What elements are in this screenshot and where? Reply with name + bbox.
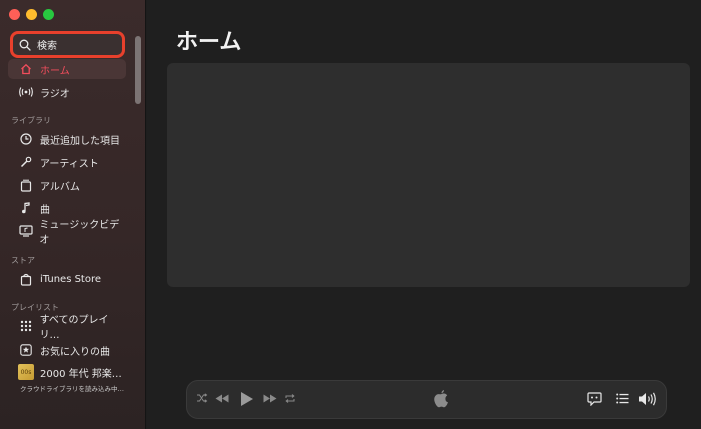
sidebar-item-label: iTunes Store [40, 273, 102, 285]
sidebar-item-favorite-songs[interactable]: お気に入りの曲 [8, 340, 126, 360]
grid-icon [18, 318, 34, 334]
microphone-icon [18, 154, 34, 170]
window-controls [9, 9, 54, 20]
apple-logo-icon [433, 389, 449, 408]
radio-icon [18, 84, 34, 100]
page-title: ホーム [176, 30, 242, 55]
sidebar-item-albums[interactable]: アルバム [8, 175, 126, 195]
main-content: ホーム [147, 0, 701, 429]
sidebar-item-label: アーティスト [40, 158, 99, 170]
sidebar-item-label: ラジオ [40, 88, 70, 100]
sidebar-item-music-videos[interactable]: ミュージックビデオ [8, 220, 126, 246]
sidebar-item-label: 最近追加した項目 [40, 135, 120, 147]
sidebar-item-label: 2000 年代 邦楽… [40, 368, 122, 380]
sidebar-item-artists[interactable]: アーティスト [8, 152, 126, 172]
search-label: 検索 [37, 41, 57, 52]
star-icon [18, 342, 34, 358]
queue-list-icon[interactable] [616, 393, 629, 404]
music-note-icon [18, 200, 34, 216]
lyrics-icon[interactable] [587, 392, 602, 406]
sidebar-item-label: お気に入りの曲 [40, 346, 110, 358]
fast-forward-icon[interactable] [263, 394, 277, 403]
sidebar-item-all-playlists[interactable]: すべてのプレイリ… [8, 315, 126, 341]
play-icon[interactable] [240, 391, 254, 407]
sidebar-item-itunes-store[interactable]: iTunes Store [8, 269, 126, 289]
store-section-header: ストア [11, 256, 35, 265]
search-icon [19, 39, 31, 51]
store-icon [18, 271, 34, 287]
music-video-icon [18, 223, 33, 239]
sidebar: 検索 ホーム ラジオ ライブラリ 最近追加した項目 アーティスト アルバム 曲 … [0, 0, 146, 429]
clock-icon [18, 131, 34, 147]
home-icon [18, 61, 34, 77]
minimize-window-button[interactable] [26, 9, 37, 20]
repeat-icon[interactable] [284, 393, 296, 404]
search-button[interactable]: 検索 [10, 31, 125, 58]
sidebar-item-label: アルバム [40, 181, 80, 193]
sidebar-item-label: すべてのプレイリ… [39, 315, 109, 341]
sidebar-item-label: 曲 [40, 204, 50, 216]
zoom-window-button[interactable] [43, 9, 54, 20]
sidebar-item-playlist-2000s[interactable]: 00s 2000 年代 邦楽… [8, 362, 126, 382]
rewind-icon[interactable] [215, 394, 229, 403]
library-section-header: ライブラリ [11, 116, 51, 125]
cloud-library-status: クラウドライブラリを読み込み中… [20, 385, 124, 393]
shuffle-icon[interactable] [196, 393, 208, 403]
playback-bar [186, 380, 667, 419]
sidebar-item-radio[interactable]: ラジオ [8, 82, 126, 102]
sidebar-item-songs[interactable]: 曲 [8, 198, 126, 218]
close-window-button[interactable] [9, 9, 20, 20]
album-icon [18, 177, 34, 193]
volume-icon[interactable] [638, 392, 658, 406]
home-content-placeholder [167, 63, 690, 287]
sidebar-item-label: ミュージックビデオ [39, 220, 120, 246]
playlist-artwork-text: 00s [18, 364, 34, 380]
sidebar-item-home[interactable]: ホーム [8, 59, 126, 79]
sidebar-item-recently-added[interactable]: 最近追加した項目 [8, 129, 126, 149]
sidebar-scrollbar[interactable] [135, 36, 141, 104]
playlist-artwork-icon: 00s [18, 364, 34, 380]
sidebar-item-label: ホーム [40, 65, 70, 77]
